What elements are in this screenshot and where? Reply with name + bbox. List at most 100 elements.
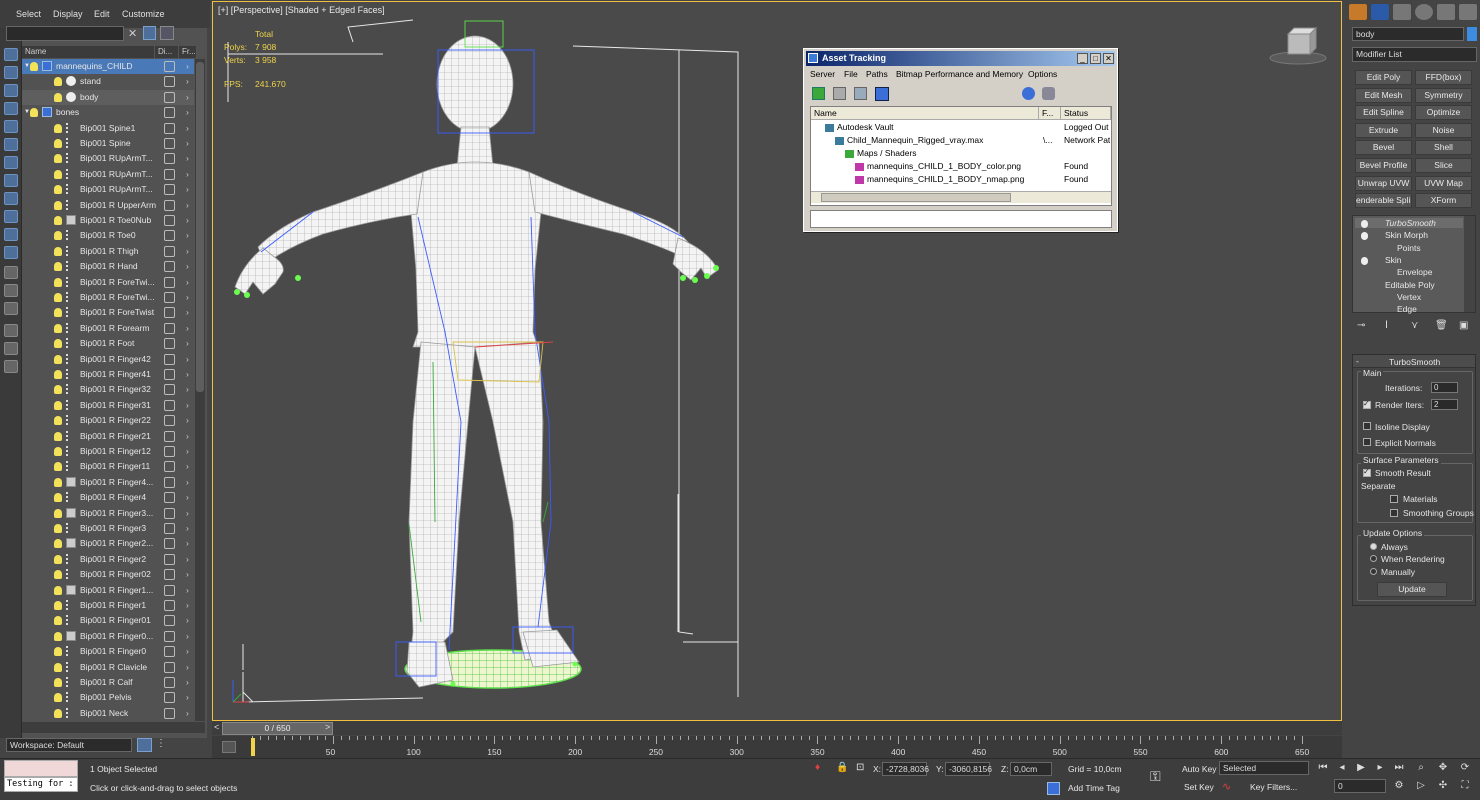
freeze-toggle-icon[interactable] bbox=[164, 384, 175, 396]
freeze-toggle-icon[interactable] bbox=[164, 615, 175, 627]
filter-hidden-icon[interactable] bbox=[4, 246, 18, 259]
freeze-toggle-icon[interactable] bbox=[164, 646, 175, 658]
row-menu-icon[interactable]: › bbox=[186, 567, 189, 582]
explorer-row[interactable]: Bip001 R Finger0 › bbox=[22, 644, 194, 659]
row-menu-icon[interactable]: › bbox=[186, 459, 189, 474]
explorer-row[interactable]: Bip001 R Thigh › bbox=[22, 244, 194, 259]
row-menu-icon[interactable]: › bbox=[186, 244, 189, 259]
visibility-bulb-icon[interactable] bbox=[54, 185, 62, 195]
freeze-toggle-icon[interactable] bbox=[164, 230, 175, 242]
current-frame-marker[interactable] bbox=[251, 738, 255, 756]
viewport-label[interactable]: [+] [Perspective] [Shaded + Edged Faces] bbox=[218, 5, 385, 15]
explorer-row[interactable]: Bip001 R Finger2... › bbox=[22, 536, 194, 551]
freeze-toggle-icon[interactable] bbox=[164, 322, 175, 334]
explorer-row[interactable]: Bip001 R Finger01 › bbox=[22, 613, 194, 628]
row-menu-icon[interactable]: › bbox=[186, 583, 189, 598]
asset-menu-file[interactable]: File bbox=[844, 69, 858, 79]
clear-search-icon[interactable]: ✕ bbox=[128, 27, 137, 40]
stack-modifier[interactable]: Skin Morph bbox=[1385, 230, 1428, 240]
layer-explorer-icon[interactable] bbox=[137, 738, 152, 752]
explorer-scroll-thumb[interactable] bbox=[196, 62, 204, 392]
visibility-bulb-icon[interactable] bbox=[54, 246, 62, 256]
set-key-button[interactable]: Set Key bbox=[1184, 782, 1214, 792]
y-coordinate-field[interactable]: -3060,8156 bbox=[945, 762, 992, 776]
explorer-row[interactable]: Bip001 R Foot › bbox=[22, 336, 194, 351]
modifier-button[interactable]: XForm bbox=[1415, 193, 1472, 209]
freeze-toggle-icon[interactable] bbox=[164, 138, 175, 149]
modifier-button[interactable]: Edit Mesh bbox=[1355, 87, 1412, 103]
visibility-bulb-icon[interactable] bbox=[54, 308, 62, 318]
visibility-bulb-icon[interactable] bbox=[54, 293, 62, 302]
explorer-row[interactable]: stand › bbox=[22, 74, 194, 89]
help-icon[interactable] bbox=[1022, 87, 1035, 100]
visibility-bulb-icon[interactable] bbox=[54, 662, 62, 672]
asset-column-name[interactable]: Name bbox=[811, 107, 1039, 120]
time-slider-track[interactable] bbox=[212, 721, 1342, 735]
freeze-toggle-icon[interactable] bbox=[164, 523, 175, 534]
stack-modifier[interactable]: Skin bbox=[1385, 255, 1402, 265]
row-menu-icon[interactable]: › bbox=[186, 413, 189, 428]
explorer-hscrollbar[interactable] bbox=[22, 722, 205, 733]
explorer-row[interactable]: Bip001 R UpperArm › bbox=[22, 198, 194, 213]
filter-helpers-icon[interactable] bbox=[4, 120, 18, 133]
filter-spacewarps-icon[interactable] bbox=[4, 138, 18, 151]
set-key-icon[interactable]: ∿ bbox=[1222, 780, 1231, 793]
maxscript-listener-field[interactable] bbox=[4, 760, 78, 777]
row-menu-icon[interactable]: › bbox=[186, 290, 189, 305]
visibility-bulb-icon[interactable] bbox=[54, 601, 62, 610]
visibility-bulb-icon[interactable] bbox=[54, 493, 62, 503]
mini-curve-editor-icon[interactable] bbox=[222, 741, 236, 753]
freeze-toggle-icon[interactable] bbox=[164, 415, 175, 427]
maxscript-input[interactable]: Testing for : bbox=[4, 777, 78, 792]
visibility-bulb-icon[interactable] bbox=[54, 277, 62, 287]
explorer-row[interactable]: Bip001 R Finger42 › bbox=[22, 352, 194, 367]
row-menu-icon[interactable]: › bbox=[186, 336, 189, 351]
column-name[interactable]: Name bbox=[22, 46, 155, 58]
workspace-dropdown[interactable]: Workspace: Default bbox=[6, 738, 132, 752]
refresh-icon[interactable] bbox=[812, 87, 825, 100]
display-tab-icon[interactable] bbox=[1437, 4, 1455, 20]
row-menu-icon[interactable]: › bbox=[186, 536, 189, 551]
selection-lock-icon[interactable]: 🔒 bbox=[836, 762, 848, 773]
row-menu-icon[interactable]: › bbox=[186, 475, 189, 490]
row-menu-icon[interactable]: › bbox=[186, 121, 189, 136]
visibility-bulb-icon[interactable] bbox=[54, 385, 62, 395]
isoline-checkbox[interactable] bbox=[1363, 422, 1371, 430]
explorer-row[interactable]: Bip001 R Toe0 › bbox=[22, 228, 194, 243]
row-menu-icon[interactable]: › bbox=[186, 321, 189, 336]
object-name-field[interactable]: body bbox=[1352, 27, 1464, 41]
find-icon[interactable] bbox=[4, 342, 18, 355]
row-menu-icon[interactable]: › bbox=[186, 506, 189, 521]
explorer-row[interactable]: Bip001 R Finger3... › bbox=[22, 506, 194, 521]
visibility-bulb-icon[interactable] bbox=[54, 678, 62, 687]
row-menu-icon[interactable]: › bbox=[186, 382, 189, 397]
asset-menu-server[interactable]: Server bbox=[810, 69, 835, 79]
stack-modifier[interactable]: Editable Poly bbox=[1385, 280, 1435, 290]
asset-row[interactable]: mannequins_CHILD_1_BODY_color.png Found bbox=[811, 160, 1111, 173]
explorer-row[interactable]: Bip001 R ForeTwi... › bbox=[22, 275, 194, 290]
explorer-row[interactable]: Bip001 R Finger0... › bbox=[22, 629, 194, 644]
row-menu-icon[interactable]: › bbox=[186, 90, 189, 105]
row-menu-icon[interactable]: › bbox=[186, 305, 189, 320]
visibility-bulb-icon[interactable] bbox=[54, 400, 62, 410]
key-mode-icon[interactable]: ⚿ bbox=[1150, 768, 1161, 785]
asset-row[interactable]: Autodesk Vault Logged Out ( bbox=[811, 121, 1111, 134]
thumbnail-view-icon[interactable] bbox=[854, 87, 867, 100]
freeze-toggle-icon[interactable] bbox=[164, 553, 175, 565]
go-to-end-icon[interactable]: ⏭ bbox=[1392, 762, 1406, 774]
time-prev-icon[interactable]: < bbox=[214, 722, 219, 732]
asset-scroll-thumb[interactable] bbox=[821, 193, 1011, 202]
visibility-bulb-icon[interactable] bbox=[54, 139, 62, 148]
column-display[interactable]: Di... bbox=[155, 46, 179, 58]
modifier-button[interactable]: enderable Splin bbox=[1355, 193, 1412, 209]
key-selection-dropdown[interactable]: Selected bbox=[1219, 761, 1309, 775]
freeze-toggle-icon[interactable] bbox=[164, 569, 175, 581]
utilities-tab-icon[interactable] bbox=[1459, 4, 1477, 20]
hierarchy-tab-icon[interactable] bbox=[1393, 4, 1411, 20]
asset-tracking-titlebar[interactable]: Asset Tracking bbox=[806, 51, 1115, 66]
freeze-toggle-icon[interactable] bbox=[164, 353, 175, 365]
prev-frame-icon[interactable]: ◂ bbox=[1335, 762, 1349, 774]
menu-customize[interactable]: Customize bbox=[122, 9, 165, 19]
close-icon[interactable]: ✕ bbox=[1103, 53, 1114, 64]
track-bar[interactable]: 50 100 150 200 250 300 350 400 450 500 550 600 650 bbox=[212, 736, 1342, 758]
